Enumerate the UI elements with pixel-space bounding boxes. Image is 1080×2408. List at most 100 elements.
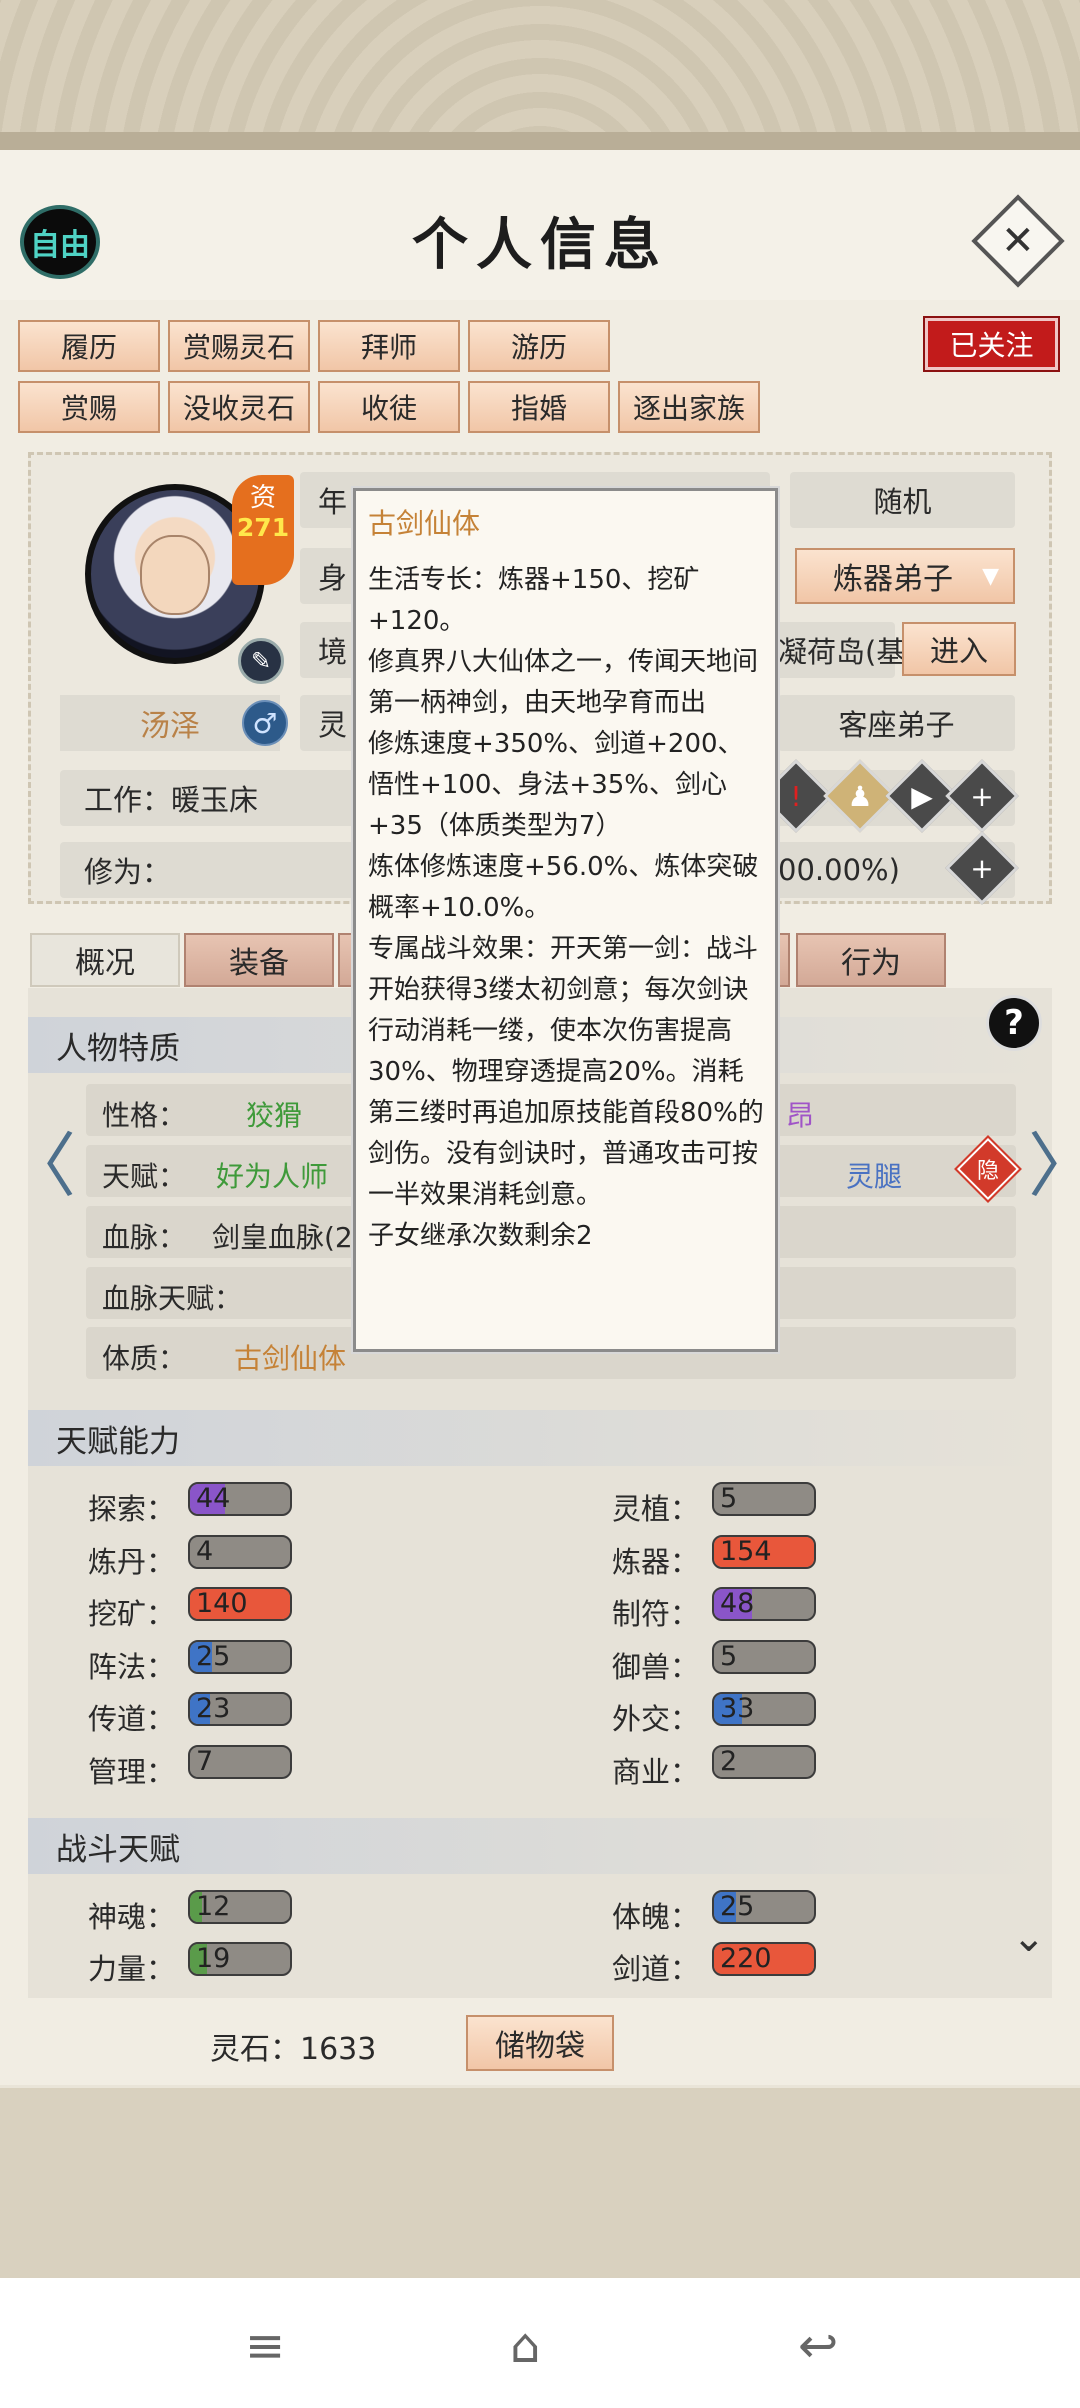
random-button[interactable]: 随机 — [790, 472, 1015, 528]
page-title: 个人信息 — [412, 212, 668, 278]
physique-tooltip: 古剑仙体 生活专长：炼器+150、挖矿+120。 修真界八大仙体之一，传闻天地间… — [353, 488, 778, 1352]
ability-stat-bar: 140 — [188, 1587, 292, 1621]
location-value: 凝荷岛(基 — [778, 635, 906, 669]
physique-value[interactable]: 古剑仙体 — [234, 1337, 346, 1377]
combat-stat-value: 25 — [720, 1891, 755, 1922]
combat-talent-header: 战斗天赋 — [28, 1818, 1052, 1874]
avatar-face — [140, 535, 210, 615]
hidden-label: 隐 — [976, 1159, 999, 1184]
ability-stat-label: 灵植： — [612, 1492, 700, 1526]
plus-icon: + — [970, 779, 994, 813]
talent-abilities-header: 天赋能力 — [28, 1410, 1052, 1466]
dropdown-arrow-icon: ▼ — [982, 564, 999, 589]
tooltip-title: 古剑仙体 — [368, 507, 481, 540]
ability-stat-bar: 4 — [188, 1534, 292, 1569]
ability-stat-value: 2 — [720, 1745, 738, 1777]
followed-button[interactable]: 已关注 — [923, 316, 1060, 372]
storage-bag-button[interactable]: 储物袋 — [466, 2015, 614, 2071]
ability-stat-bar: 44 — [188, 1482, 292, 1516]
combat-stat-label: 神魂： — [88, 1900, 176, 1934]
alert-icon: ! — [790, 779, 802, 813]
combat-stat-bar: 19 — [188, 1942, 292, 1976]
confiscate-stones-button[interactable]: 没收灵石 — [168, 381, 310, 433]
personality-label: 性格： — [102, 1099, 187, 1132]
ability-stat-label: 御兽： — [612, 1649, 700, 1684]
bottom-decoration — [0, 2088, 1080, 2278]
ability-stat-bar: 48 — [712, 1587, 816, 1621]
work-value: 工作：暖玉床 — [84, 783, 259, 817]
reward-stones-button[interactable]: 赏赐灵石 — [168, 320, 310, 372]
tab-equipment[interactable]: 装备 — [184, 933, 334, 987]
physique-label: 体质： — [102, 1342, 187, 1375]
combat-stat-value: 220 — [720, 1943, 772, 1974]
ability-stat-value: 7 — [196, 1745, 214, 1777]
prev-character-arrow-icon[interactable]: 〈 — [6, 1110, 76, 1211]
scroll-down-chevron-icon[interactable]: ⌄ — [1012, 1915, 1046, 1961]
position-value: 炼器弟子 — [833, 562, 953, 597]
ability-stat-bar: 2 — [712, 1744, 816, 1779]
ability-stat-value: 33 — [720, 1693, 755, 1724]
random-label: 随机 — [873, 485, 932, 519]
tab-overview[interactable]: 概况 — [30, 933, 180, 987]
close-icon: ✕ — [1001, 217, 1035, 264]
qualification-label: 资 — [249, 483, 276, 513]
ability-stat-label: 炼丹： — [88, 1544, 176, 1579]
cultivation-label: 修为： — [84, 855, 172, 889]
plus-icon: + — [970, 851, 994, 885]
rank-value: 客座弟子 — [838, 708, 955, 742]
ability-stat-value: 4 — [196, 1535, 214, 1567]
ability-stat-value: 25 — [196, 1640, 231, 1672]
personality-value: 狡猾 — [246, 1099, 303, 1132]
spirit-stones-count: 灵石：1633 — [210, 2032, 377, 2067]
ability-stat-label: 阵法： — [88, 1649, 176, 1684]
meditate-icon: ♟ — [847, 779, 873, 813]
tab-behavior[interactable]: 行为 — [796, 933, 946, 987]
cultivation-progress: 00.00%) — [778, 842, 938, 898]
history-button[interactable]: 履历 — [18, 320, 160, 372]
realm-label: 境 — [318, 635, 348, 669]
brush-icon[interactable]: ✎ — [238, 638, 284, 684]
expel-family-button[interactable]: 逐出家族 — [618, 381, 760, 433]
ability-stat-value: 5 — [720, 1483, 738, 1514]
ability-stat-bar: 5 — [712, 1639, 816, 1674]
talent-label: 天赋： — [102, 1160, 187, 1193]
ability-stat-label: 传道： — [88, 1702, 176, 1736]
ability-stat-value: 154 — [720, 1535, 772, 1567]
personality-extra: 昂 — [786, 1099, 815, 1132]
bloodline-value: 剑皇血脉(2 — [212, 1221, 353, 1254]
home-icon[interactable]: ⌂ — [510, 2318, 540, 2374]
talent-extra: 灵腿 — [846, 1160, 903, 1193]
bloodline-talent-label: 血脉天赋： — [102, 1282, 243, 1315]
back-icon[interactable]: ↩ — [798, 2318, 838, 2374]
become-disciple-button[interactable]: 拜师 — [318, 320, 460, 372]
travel-button[interactable]: 游历 — [468, 320, 610, 372]
ability-stat-label: 炼器： — [612, 1544, 700, 1579]
ability-stat-bar: 23 — [188, 1692, 292, 1726]
menu-icon[interactable]: ≡ — [245, 2318, 285, 2374]
ability-stat-value: 5 — [720, 1640, 738, 1672]
location-text: 凝荷岛(基 — [778, 622, 908, 678]
combat-stat-bar: 12 — [188, 1890, 292, 1924]
combat-stat-label: 剑道： — [612, 1952, 700, 1986]
ability-stat-value: 23 — [196, 1693, 231, 1724]
ability-stat-bar: 5 — [712, 1482, 816, 1516]
ability-stat-bar: 25 — [188, 1639, 292, 1674]
position-select[interactable]: 炼器弟子 ▼ — [795, 548, 1015, 604]
combat-stat-bar: 25 — [712, 1890, 816, 1924]
arrange-marriage-button[interactable]: 指婚 — [468, 381, 610, 433]
play-icon: ▶ — [911, 779, 933, 813]
ability-stat-label: 管理： — [88, 1754, 176, 1789]
reward-button[interactable]: 赏赐 — [18, 381, 160, 433]
ability-stat-label: 探索： — [88, 1492, 176, 1526]
enter-button[interactable]: 进入 — [902, 622, 1016, 676]
next-character-arrow-icon[interactable]: 〉 — [1028, 1110, 1080, 1211]
ability-stat-bar: 7 — [188, 1744, 292, 1779]
take-apprentice-button[interactable]: 收徒 — [318, 381, 460, 433]
ability-stat-value: 44 — [196, 1483, 231, 1514]
help-button[interactable]: ? — [986, 995, 1042, 1051]
combat-stat-label: 力量： — [88, 1952, 176, 1986]
combat-stat-value: 12 — [196, 1891, 231, 1922]
ability-stat-label: 商业： — [612, 1754, 700, 1789]
cultivation-pct: 00.00%) — [778, 853, 900, 887]
ability-stat-value: 48 — [720, 1588, 755, 1619]
